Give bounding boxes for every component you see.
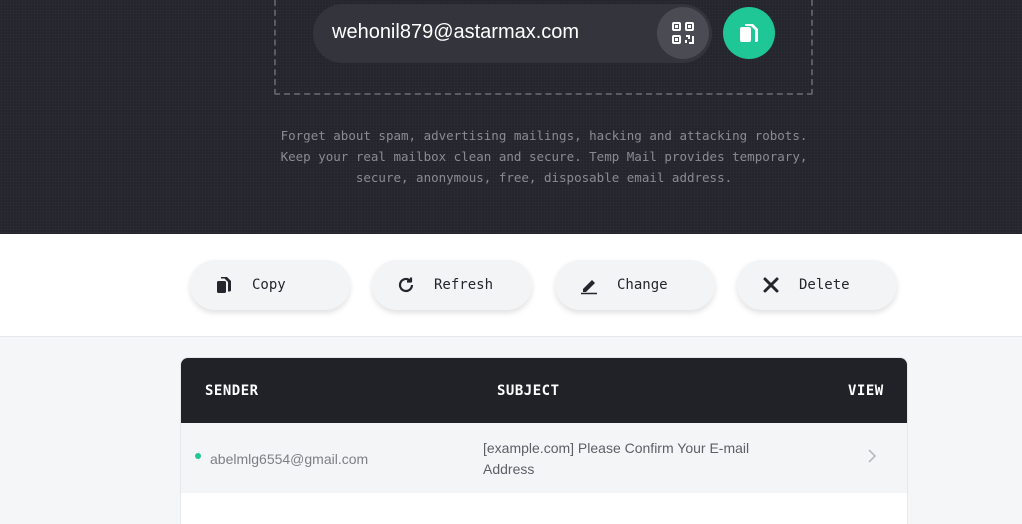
message-sender: abelmlg6554@gmail.com — [210, 451, 369, 467]
delete-button[interactable]: Delete — [737, 260, 897, 310]
qr-code-icon — [672, 22, 694, 44]
refresh-button[interactable]: Refresh — [372, 260, 532, 310]
copy-button[interactable]: Copy — [190, 260, 350, 310]
edit-icon — [579, 275, 599, 295]
refresh-icon — [396, 275, 416, 295]
email-address-text[interactable]: wehonil879@astarmax.com — [332, 21, 579, 44]
copy-icon — [214, 275, 234, 295]
hero-section: wehonil879@astarmax.com Forget about spa… — [0, 0, 1022, 234]
close-icon — [761, 275, 781, 295]
sender-column-header: SENDER — [205, 383, 259, 399]
delete-button-label: Delete — [799, 277, 850, 293]
view-column-header: VIEW — [848, 383, 884, 399]
refresh-button-label: Refresh — [434, 277, 494, 293]
copy-icon — [740, 24, 758, 42]
message-subject: [example.com] Please Confirm Your E-mail… — [483, 440, 750, 477]
hero-description: Forget about spam, advertising mailings,… — [280, 128, 808, 185]
inbox-table: SENDER SUBJECT VIEW abelmlg6554@gmail.co… — [180, 357, 908, 524]
qr-code-button[interactable] — [657, 7, 709, 59]
change-button[interactable]: Change — [555, 260, 715, 310]
copy-button-label: Copy — [252, 277, 286, 293]
action-bar: Copy Refresh Change Delete — [0, 234, 1022, 337]
table-row[interactable]: abelmlg6554@gmail.com [example.com] Plea… — [181, 423, 907, 493]
chevron-right-icon[interactable] — [865, 447, 879, 465]
copy-email-button[interactable] — [723, 7, 775, 59]
subject-column-header: SUBJECT — [497, 383, 560, 399]
inbox-header: SENDER SUBJECT VIEW — [181, 358, 907, 423]
change-button-label: Change — [617, 277, 668, 293]
unread-indicator — [195, 453, 201, 459]
